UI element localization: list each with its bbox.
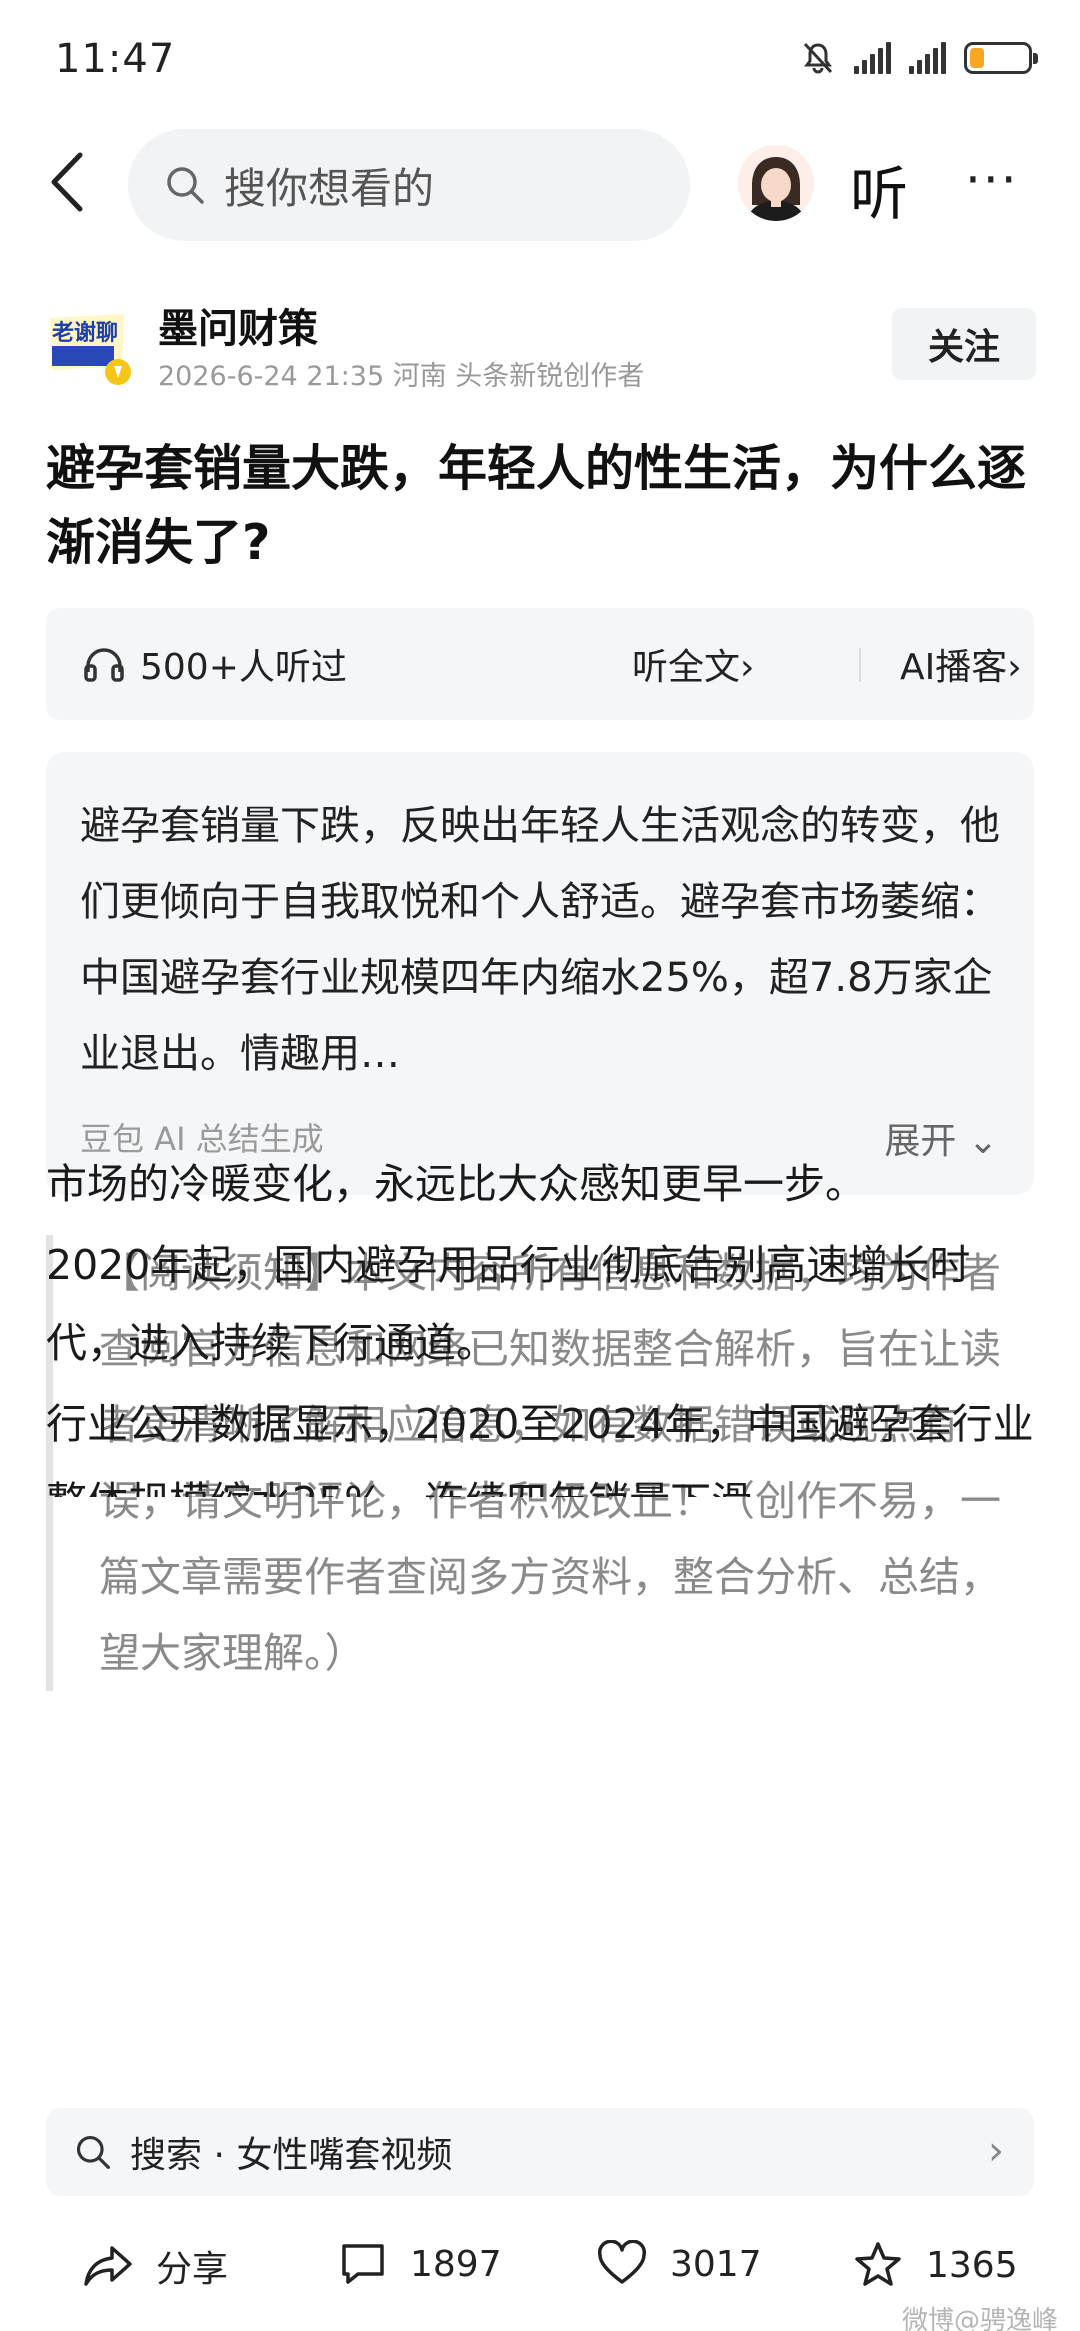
listen-full-text-button[interactable]: 听全文› [632,638,754,690]
watermark: 微博@骋逸峰 [901,2306,1058,2331]
favorite-count: 1365 [926,2244,1018,2286]
author-logo-text: 老谢聊 [51,320,118,346]
share-icon [84,2246,132,2286]
search-icon [167,167,204,204]
follow-button[interactable]: 关注 [892,308,1036,380]
paragraph-3: 行业公开数据显示，2020至2024年，中国避孕套行业整体规模缩水25%，连续四… [46,1400,1034,1497]
related-search[interactable]: 搜索 · 女性嘴套视频 › [46,2108,1034,2196]
like-button[interactable]: 3017 [596,2240,762,2288]
author-logo[interactable]: 老谢聊 [46,304,138,386]
favorite-button[interactable]: 1365 [852,2240,1018,2290]
search-icon [76,2135,110,2169]
listen-button[interactable]: 听 [850,147,908,231]
back-arrow-icon[interactable] [40,147,100,217]
status-bar: 11:47 [0,0,1080,120]
comment-icon [342,2244,384,2284]
status-time: 11:47 [55,36,176,82]
paragraph-1: 市场的冷暖变化，永远比大众感知更早一步。 [46,1160,866,1208]
comment-count: 1897 [410,2243,502,2285]
search-placeholder: 搜你想看的 [224,163,435,213]
top-nav: 搜你想看的 听 ··· [0,125,1080,241]
battery-icon [964,42,1038,74]
status-icons [800,40,1038,76]
avatar[interactable] [738,145,814,221]
listen-bar: 500+人听过 听全文› AI播客› [46,608,1034,720]
author-row: 老谢聊 墨问财策 2026-6-24 21:35 河南 头条新锐创作者 关注 [46,296,1036,406]
search-input[interactable]: 搜你想看的 [128,129,690,241]
headphone-icon [84,648,124,682]
listen-count: 500+人听过 [140,647,347,688]
ai-summary-card: 避孕套销量下跌，反映出年轻人生活观念的转变，他们更倾向于自我取悦和个人舒适。避孕… [46,752,1034,1195]
star-icon [855,2242,901,2286]
author-meta: 2026-6-24 21:35 河南 头条新锐创作者 [158,361,645,392]
ai-podcast-button[interactable]: AI播客› [900,638,1022,690]
chevron-right-icon: › [988,2128,1004,2174]
article-title: 避孕套销量大跌，年轻人的性生活，为什么逐渐消失了? [46,440,1027,571]
heart-icon [597,2240,647,2284]
divider [859,648,861,682]
more-button[interactable]: ··· [965,151,1019,209]
comment-button[interactable]: 1897 [338,2240,502,2288]
related-search-text: 搜索 · 女性嘴套视频 [130,2135,453,2176]
like-count: 3017 [670,2243,762,2285]
signal-2-icon [909,42,946,74]
share-label: 分享 [156,2249,229,2290]
author-name[interactable]: 墨问财策 [158,296,318,354]
summary-text: 避孕套销量下跌，反映出年轻人生活观念的转变，他们更倾向于自我取悦和个人舒适。避孕… [80,803,1000,1077]
bell-muted-icon [803,42,833,74]
paragraph-2: 2020年起，国内避孕用品行业彻底告别高速增长时代，进入持续下行通道。 [46,1241,971,1367]
share-button[interactable]: 分享 [82,2240,228,2292]
signal-1-icon [854,42,891,74]
